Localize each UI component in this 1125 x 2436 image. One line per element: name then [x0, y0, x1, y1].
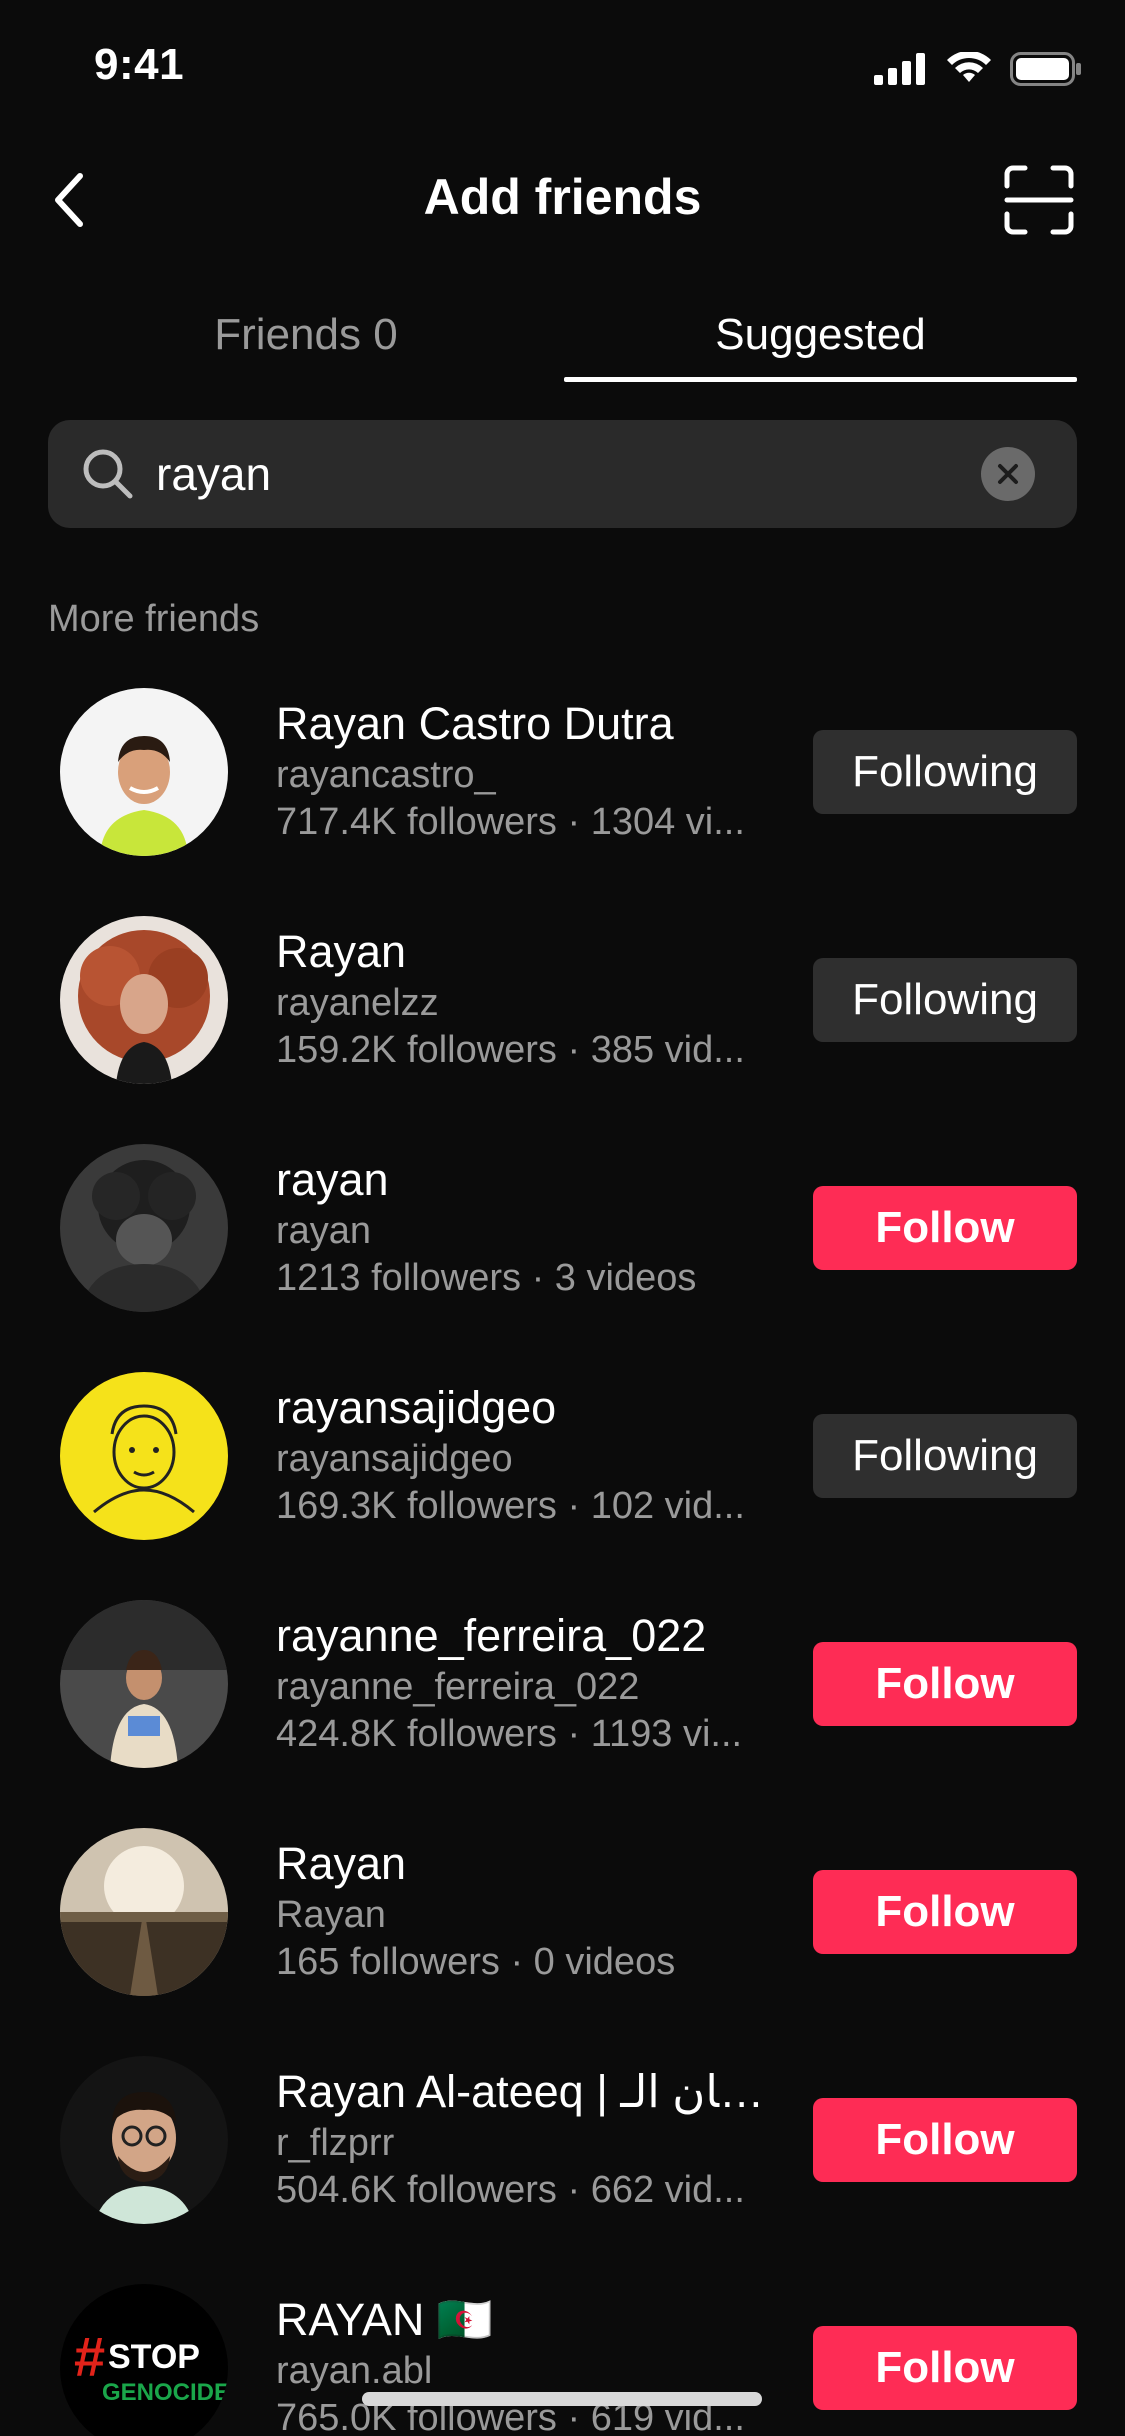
user-stats: 424.8K followers · 1193 vi...: [276, 1713, 743, 1755]
avatar-image: [60, 1600, 228, 1768]
avatar[interactable]: [60, 688, 228, 856]
user-name: Rayan Al-ateeq | ريان الـ...: [276, 2066, 776, 2117]
scan-qr-button[interactable]: [1003, 164, 1075, 236]
following-button[interactable]: Following: [813, 1414, 1077, 1498]
avatar-image: # STOP GENOCIDE: [60, 2284, 228, 2436]
user-handle: rayanelzz: [276, 982, 439, 1024]
list-item[interactable]: Rayan rayanelzz 159.2K followers · 385 v…: [0, 908, 1125, 1136]
search-input[interactable]: [156, 420, 976, 528]
user-name: Rayan: [276, 1838, 407, 1889]
svg-text:#: #: [74, 2325, 105, 2388]
avatar-image: [60, 1372, 228, 1540]
user-info: Rayan rayanelzz 159.2K followers · 385 v…: [276, 924, 776, 1074]
user-handle: rayan: [276, 1210, 372, 1252]
nav-bar: Add friends: [0, 150, 1125, 250]
user-stats: 717.4K followers · 1304 vi...: [276, 801, 745, 843]
status-icons: [874, 52, 1082, 86]
avatar[interactable]: [60, 916, 228, 1084]
avatar-image: [60, 2056, 228, 2224]
follow-button[interactable]: Follow: [813, 1870, 1077, 1954]
follow-button[interactable]: Follow: [813, 2326, 1077, 2410]
user-handle: rayanne_ferreira_022: [276, 1666, 640, 1708]
user-stats: 159.2K followers · 385 vid...: [276, 1029, 745, 1071]
user-handle: Rayan: [276, 1894, 386, 1936]
user-info: RAYAN 🇩🇿 rayan.abl 765.0K followers · 61…: [276, 2292, 776, 2436]
user-handle: rayansajidgeo: [276, 1438, 513, 1480]
user-name: Rayan Castro Dutra: [276, 698, 674, 749]
avatar[interactable]: [60, 1372, 228, 1540]
follow-button[interactable]: Follow: [813, 1642, 1077, 1726]
following-button[interactable]: Following: [813, 730, 1077, 814]
follow-button[interactable]: Follow: [813, 2098, 1077, 2182]
list-item[interactable]: # STOP GENOCIDE RAYAN 🇩🇿 rayan.abl 765.0…: [0, 2276, 1125, 2436]
list-item[interactable]: rayansajidgeo rayansajidgeo 169.3K follo…: [0, 1364, 1125, 1592]
user-info: Rayan Al-ateeq | ريان الـ... r_flzprr 50…: [276, 2064, 776, 2214]
avatar[interactable]: [60, 1828, 228, 1996]
following-button[interactable]: Following: [813, 958, 1077, 1042]
user-info: rayanne_ferreira_022 rayanne_ferreira_02…: [276, 1608, 776, 1758]
user-stats: 165 followers · 0 videos: [276, 1941, 676, 1983]
user-stats: 1213 followers · 3 videos: [276, 1257, 697, 1299]
user-name: rayan: [276, 1154, 389, 1205]
tab-friends[interactable]: Friends 0: [48, 285, 564, 385]
avatar[interactable]: [60, 1144, 228, 1312]
user-name: Rayan: [276, 926, 407, 977]
avatar[interactable]: [60, 2056, 228, 2224]
list-item[interactable]: Rayan Castro Dutra rayancastro_ 717.4K f…: [0, 680, 1125, 908]
cellular-signal-icon: [874, 53, 925, 85]
user-handle: rayan.abl: [276, 2350, 433, 2392]
user-name: rayanne_ferreira_022: [276, 1610, 707, 1661]
avatar-image: [60, 916, 228, 1084]
follow-button[interactable]: Follow: [813, 1186, 1077, 1270]
search-bar: [48, 420, 1077, 528]
status-bar: 9:41: [0, 0, 1125, 135]
scan-icon: [1004, 165, 1074, 235]
tab-bar: Friends 0 Suggested: [0, 285, 1125, 385]
user-list: Rayan Castro Dutra rayancastro_ 717.4K f…: [0, 680, 1125, 2436]
search-icon: [83, 449, 133, 499]
battery-icon: [1010, 52, 1081, 86]
list-item[interactable]: Rayan Rayan 165 followers · 0 videos Fol…: [0, 1820, 1125, 2048]
section-label: More friends: [48, 598, 260, 640]
clear-search-button[interactable]: [981, 447, 1035, 501]
user-info: rayansajidgeo rayansajidgeo 169.3K follo…: [276, 1380, 776, 1530]
user-info: rayan rayan 1213 followers · 3 videos: [276, 1152, 776, 1302]
list-item[interactable]: rayanne_ferreira_022 rayanne_ferreira_02…: [0, 1592, 1125, 1820]
close-icon: [998, 464, 1018, 484]
avatar-image: [60, 688, 228, 856]
user-info: Rayan Rayan 165 followers · 0 videos: [276, 1836, 776, 1986]
home-indicator: [362, 2392, 762, 2406]
avatar-image: [60, 1828, 228, 1996]
avatar[interactable]: # STOP GENOCIDE: [60, 2284, 228, 2436]
user-stats: 504.6K followers · 662 vid...: [276, 2169, 745, 2211]
user-info: Rayan Castro Dutra rayancastro_ 717.4K f…: [276, 696, 776, 846]
avatar-stop-text: STOP: [108, 2338, 200, 2376]
user-stats: 169.3K followers · 102 vid...: [276, 1485, 745, 1527]
page-title: Add friends: [423, 169, 702, 225]
list-item[interactable]: rayan rayan 1213 followers · 3 videos Fo…: [0, 1136, 1125, 1364]
avatar[interactable]: [60, 1600, 228, 1768]
active-tab-indicator: [564, 377, 1077, 382]
user-handle: rayancastro_: [276, 754, 496, 796]
add-friends-screen: 9:41 Add friends Friends 0 Suggested ray…: [0, 0, 1125, 2436]
user-handle: r_flzprr: [276, 2122, 395, 2164]
tab-suggested[interactable]: Suggested: [564, 285, 1077, 385]
status-time: 9:41: [94, 40, 185, 89]
user-name: rayansajidgeo: [276, 1382, 557, 1433]
avatar-image: [60, 1144, 228, 1312]
user-name: RAYAN 🇩🇿: [276, 2294, 493, 2345]
wifi-icon: [947, 52, 991, 82]
avatar-genocide-text: GENOCIDE: [102, 2379, 228, 2406]
list-item[interactable]: Rayan Al-ateeq | ريان الـ... r_flzprr 50…: [0, 2048, 1125, 2276]
